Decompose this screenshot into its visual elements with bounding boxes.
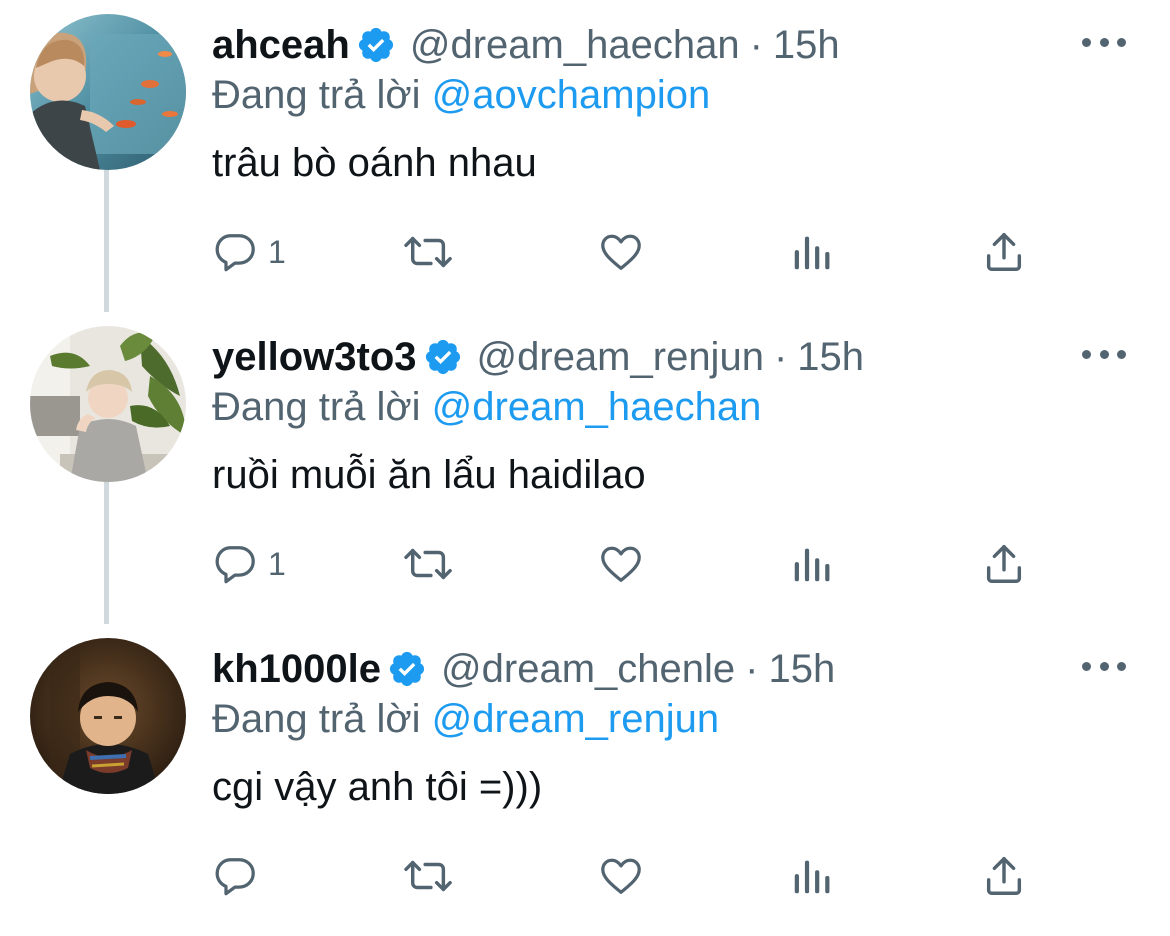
replying-to-mention[interactable]: @aovchampion	[432, 73, 711, 117]
replying-to-label: Đang trả lời	[212, 73, 421, 117]
timestamp[interactable]: 15h	[768, 644, 835, 694]
replying-to-label: Đang trả lời	[212, 385, 421, 429]
replying-to-label: Đang trả lời	[212, 697, 421, 741]
tweet-item[interactable]: kh1000le @dream_chenle · 15h Đang trả lờ…	[0, 624, 1170, 936]
share-button[interactable]	[980, 538, 1028, 590]
heart-icon	[601, 858, 641, 894]
verified-badge-icon	[387, 649, 427, 689]
separator-dot: ·	[749, 23, 763, 67]
retweet-icon	[404, 236, 452, 268]
tweet-actions: 1	[0, 226, 1170, 278]
retweet-button[interactable]	[400, 226, 458, 278]
tweet-actions	[0, 850, 1170, 902]
replying-to-mention[interactable]: @dream_renjun	[432, 697, 719, 741]
like-button[interactable]	[597, 226, 645, 278]
like-button[interactable]	[597, 850, 645, 902]
retweet-button[interactable]	[400, 850, 458, 902]
tweet-text: trâu bò oánh nhau	[212, 141, 537, 185]
more-horizontal-icon[interactable]	[1082, 654, 1126, 678]
reply-button[interactable]	[212, 850, 268, 902]
share-button[interactable]	[980, 850, 1028, 902]
share-upload-icon	[986, 545, 1022, 583]
share-upload-icon	[986, 857, 1022, 895]
reply-bubble-icon	[215, 546, 255, 584]
verified-badge-icon	[423, 337, 463, 377]
heart-icon	[601, 546, 641, 582]
user-handle[interactable]: @dream_chenle	[441, 644, 735, 694]
avatar-image	[30, 638, 186, 794]
verified-badge-icon	[356, 25, 396, 65]
like-button[interactable]	[597, 538, 645, 590]
avatar-image	[30, 14, 186, 170]
retweet-icon	[404, 860, 452, 892]
tweet-item[interactable]: ahceah @dream_haechan · 15h Đang trả lời…	[0, 0, 1170, 312]
timestamp[interactable]: 15h	[773, 20, 840, 70]
user-handle[interactable]: @dream_haechan	[410, 20, 740, 70]
tweet-item[interactable]: yellow3to3 @dream_renjun · 15h Đang trả …	[0, 312, 1170, 624]
views-button[interactable]	[790, 226, 834, 278]
share-button[interactable]	[980, 226, 1028, 278]
reply-bubble-icon	[215, 858, 255, 896]
tweet-text: ruồi muỗi ăn lẩu haidilao	[212, 453, 646, 497]
heart-icon	[601, 234, 641, 270]
share-upload-icon	[986, 233, 1022, 271]
avatar-image	[30, 326, 186, 482]
avatar[interactable]	[30, 326, 186, 482]
avatar[interactable]	[30, 14, 186, 170]
display-name[interactable]: yellow3to3	[212, 332, 417, 382]
replying-to-line: Đang trả lời @aovchampion	[212, 70, 710, 120]
reply-bubble-icon	[215, 234, 255, 272]
analytics-bars-icon	[794, 860, 830, 894]
reply-button[interactable]: 1	[212, 226, 286, 278]
reply-button[interactable]: 1	[212, 538, 286, 590]
separator-dot: ·	[773, 335, 788, 379]
tweet-header: kh1000le @dream_chenle · 15h	[212, 644, 835, 694]
tweet-header: yellow3to3 @dream_renjun · 15h	[212, 332, 864, 382]
retweet-button[interactable]	[400, 538, 458, 590]
replying-to-line: Đang trả lời @dream_renjun	[212, 694, 719, 744]
analytics-bars-icon	[794, 236, 830, 270]
reply-thread: ahceah @dream_haechan · 15h Đang trả lời…	[0, 0, 1170, 915]
views-button[interactable]	[790, 538, 834, 590]
more-horizontal-icon[interactable]	[1082, 342, 1126, 366]
avatar[interactable]	[30, 638, 186, 794]
replying-to-mention[interactable]: @dream_haechan	[432, 385, 762, 429]
tweet-actions: 1	[0, 538, 1170, 590]
separator-dot: ·	[745, 647, 759, 691]
reply-count: 1	[268, 545, 286, 582]
more-horizontal-icon[interactable]	[1082, 30, 1126, 54]
reply-count: 1	[268, 233, 286, 270]
analytics-bars-icon	[794, 548, 830, 582]
user-handle[interactable]: @dream_renjun	[477, 332, 764, 382]
timestamp[interactable]: 15h	[797, 332, 864, 382]
tweet-text: cgi vậy anh tôi =)))	[212, 765, 543, 809]
display-name[interactable]: ahceah	[212, 20, 350, 70]
replying-to-line: Đang trả lời @dream_haechan	[212, 382, 761, 432]
retweet-icon	[404, 548, 452, 580]
tweet-header: ahceah @dream_haechan · 15h	[212, 20, 840, 70]
views-button[interactable]	[790, 850, 834, 902]
display-name[interactable]: kh1000le	[212, 644, 381, 694]
